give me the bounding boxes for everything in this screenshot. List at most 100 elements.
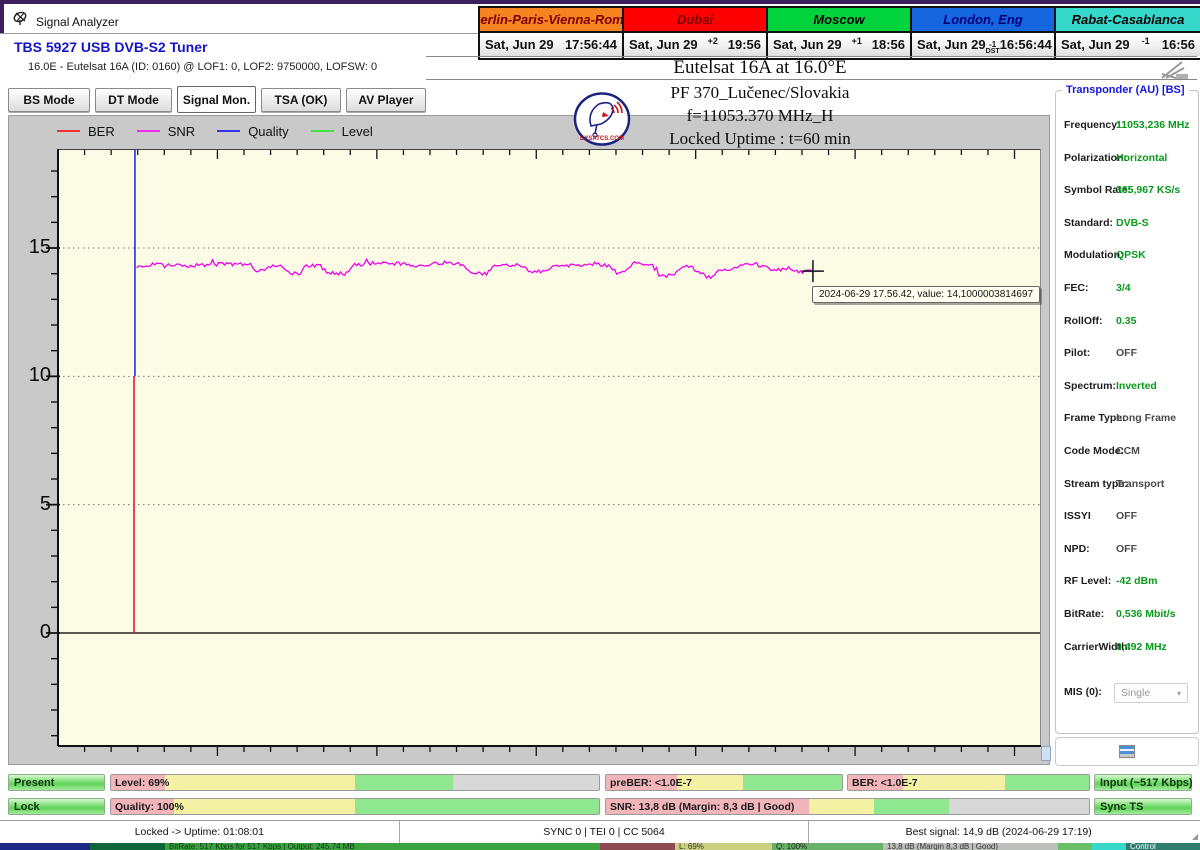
bar-label: Level: 69%: [115, 777, 170, 789]
bar-label: preBER: <1.0E-7: [610, 777, 692, 789]
header-frequency: f=11053.370 MHz_H: [686, 106, 834, 125]
background-strip-segment: L: 69%: [675, 843, 772, 850]
mode-tabs: BS Mode DT Mode Signal Mon. TSA (OK) AV Play…: [8, 86, 431, 114]
clock-time: Sat, Jun 29 +2 19:56: [624, 33, 766, 56]
tp-label-issyi: ISSYI: [1064, 510, 1091, 523]
signal-analyzer-window: Signal Analyzer TBS 5927 USB DVB-S2 Tune…: [0, 0, 1200, 850]
bar-segment-gray: [452, 775, 599, 790]
bar-label: SNR: 13,8 dB (Margin: 8,3 dB | Good): [610, 801, 795, 813]
clock-london-eng: London, Eng Sat, Jun 29 -1 DST 16:56:44: [912, 8, 1056, 58]
export-button[interactable]: [1055, 737, 1199, 766]
tab-av-player[interactable]: AV Player: [346, 88, 426, 112]
status-progress-level: Level: 69%: [110, 774, 600, 791]
chart-scroll-thumb[interactable]: [1041, 746, 1051, 761]
clock-city-label: London, Eng: [912, 8, 1054, 33]
clock-moscow: Moscow Sat, Jun 29 +1 18:56: [768, 8, 912, 58]
clock-city-label: Rabat-Casablanca: [1056, 8, 1200, 33]
header-uptime: Locked Uptime : t=60 min: [669, 129, 851, 148]
dxsatcs-logo: DXSATCS.COM: [573, 92, 631, 146]
bar-segment-green: [1004, 775, 1089, 790]
clock-city-label: Berlin-Paris-Vienna-Roma: [480, 8, 622, 33]
chart-legend: BER SNR Quality Level: [57, 121, 395, 141]
legend-item-level: Level: [310, 124, 373, 139]
app-dish-icon: [13, 11, 27, 25]
list-stripes-icon: [1119, 745, 1135, 758]
tab-bs-mode[interactable]: BS Mode: [8, 88, 90, 112]
clock-time: Sat, Jun 29 +1 18:56: [768, 33, 910, 56]
background-strip-segment: [1058, 843, 1092, 850]
transponder-panel: Frequency: 11053,236 MHz Polarization: Hori…: [1055, 90, 1199, 734]
bar-segment-yellow: [164, 775, 355, 790]
tab-tsa-ok[interactable]: TSA (OK): [261, 88, 341, 112]
tp-value-modulation: QPSK: [1116, 249, 1146, 262]
legend-line-icon: [136, 130, 160, 132]
tab-dt-mode[interactable]: DT Mode: [95, 88, 172, 112]
status-progress-quality: Quality: 100%: [110, 798, 600, 815]
background-strip-segment: [1092, 843, 1126, 850]
statusbar-uptime: Locked -> Uptime: 01:08:01: [134, 826, 264, 838]
legend-line-icon: [310, 130, 334, 132]
tp-value-stream-type: Transport: [1116, 477, 1165, 490]
tp-value-polarization: Horizontal: [1116, 151, 1168, 164]
resize-grip[interactable]: ◢: [1188, 821, 1200, 843]
tp-label-rf-level: RF Level:: [1064, 575, 1112, 588]
tp-value-spectrum: Inverted: [1116, 379, 1157, 392]
bar-label: BER: <1.0E-7: [852, 777, 918, 789]
statusbar-best-signal: Best signal: 14,9 dB (2024-06-29 17:19): [808, 821, 1188, 843]
tuner-title: TBS 5927 USB DVB-S2 Tuner: [14, 39, 208, 55]
clock-rabat-casablanca: Rabat-Casablanca Sat, Jun 29 -1 16:56: [1056, 8, 1200, 58]
tp-label-standard: Standard:: [1064, 216, 1114, 229]
background-strip-segment: Control: [1126, 843, 1200, 850]
background-window-strip: BitRate: 517 Kbps for 517 Kbps | Output:…: [0, 843, 1200, 850]
clock-city-label: Moscow: [768, 8, 910, 33]
header-rule-bottom: [426, 79, 1197, 80]
tp-value-rf-level: -42 dBm: [1116, 575, 1158, 588]
tp-label-rolloff: RollOff:: [1064, 314, 1103, 327]
tp-value-symbol-rate: 365,967 KS/s: [1116, 184, 1181, 197]
bar-segment-green: [874, 799, 949, 814]
status-badge-sync-ts: Sync TS: [1094, 798, 1192, 815]
clock-dubai: Dubai Sat, Jun 29 +2 19:56: [624, 8, 768, 58]
bar-segment-green: [354, 799, 599, 814]
tp-label-mis: MIS (0):: [1064, 686, 1102, 698]
legend-line-icon: [217, 130, 241, 132]
bar-segment-yellow: [174, 799, 355, 814]
status-badge-present: Present: [8, 774, 105, 791]
status-bar: Locked -> Uptime: 01:08:01 SYNC 0 | TEI …: [0, 820, 1200, 843]
window-title: Signal Analyzer: [36, 15, 119, 29]
tuner-subtitle: 16.0E - Eutelsat 16A (ID: 0160) @ LOF1: …: [28, 61, 378, 73]
bar-segment-green: [354, 775, 453, 790]
tab-signal-mon[interactable]: Signal Mon.: [177, 86, 256, 113]
tp-value-standard: DVB-S: [1116, 216, 1149, 229]
tp-value-fec: 3/4: [1116, 282, 1131, 294]
tp-label-pilot: Pilot:: [1064, 347, 1091, 360]
tp-value-code-mode: CCM: [1116, 445, 1140, 457]
tp-label-npd: NPD:: [1064, 542, 1090, 555]
tp-value-pilot: OFF: [1116, 347, 1137, 360]
clock-berlin-paris-vienna-roma: Berlin-Paris-Vienna-RomaSat, Jun 2917:56…: [480, 8, 624, 58]
clock-city-label: Dubai: [624, 8, 766, 33]
bar-segment-yellow: [903, 775, 1005, 790]
clock-time: Sat, Jun 29 -1 16:56: [1056, 33, 1200, 56]
tp-label-fec: FEC:: [1064, 282, 1089, 294]
bar-segment-green: [742, 775, 842, 790]
y-tick-label: 10: [28, 364, 51, 387]
legend-item-ber: BER: [57, 124, 115, 139]
background-strip-segment: [600, 843, 675, 850]
y-tick-label: 0: [39, 621, 51, 643]
y-tick-label: 15: [28, 236, 51, 258]
background-strip-segment: 13,8 dB (Margin 8,3 dB | Good): [883, 843, 1058, 850]
mis-select[interactable]: Single ▾: [1114, 683, 1188, 703]
bar-label: Quality: 100%: [115, 801, 184, 813]
status-progress-snr: SNR: 13,8 dB (Margin: 8,3 dB | Good): [605, 798, 1090, 815]
bar-segment-gray: [948, 799, 1089, 814]
status-row-1: Present Level: 69% preBER: <1.0E-7 BER: <1.…: [0, 774, 1200, 793]
tp-label-bitrate: BitRate:: [1064, 608, 1105, 620]
clock-time: Sat, Jun 29 -1 DST 16:56:44: [912, 33, 1054, 56]
status-progress-ber: BER: <1.0E-7: [847, 774, 1090, 791]
signal-chart[interactable]: [44, 149, 1045, 759]
status-badge-input-517-kbps: Input (~517 Kbps): [1094, 774, 1193, 791]
status-row-2: Lock Quality: 100% SNR: 13,8 dB (Margin: 8…: [0, 798, 1200, 817]
tp-label-spectrum: Spectrum:: [1064, 379, 1116, 392]
bar-segment-yellow: [808, 799, 875, 814]
